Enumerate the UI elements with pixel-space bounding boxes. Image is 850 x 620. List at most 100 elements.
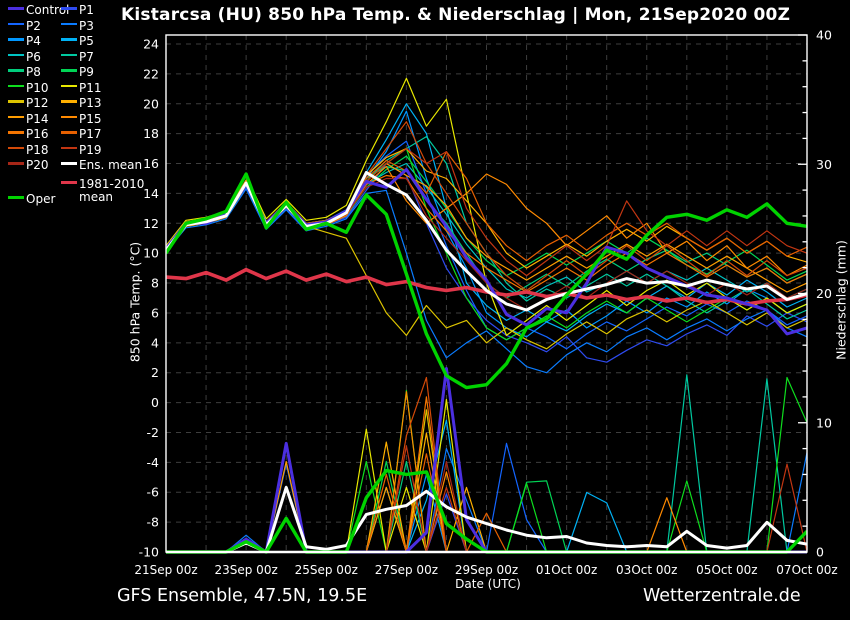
svg-text:03Oct 00z: 03Oct 00z <box>616 563 677 577</box>
legend-swatch <box>8 131 24 134</box>
legend-item-p9: P9 <box>61 66 94 79</box>
svg-text:10: 10 <box>143 246 159 261</box>
svg-text:-8: -8 <box>147 515 160 530</box>
legend-swatch <box>61 54 77 57</box>
weather-ensemble-page: 242220181614121086420-2-4-6-8-1001020304… <box>0 0 850 620</box>
legend-item-p12: P12 <box>8 97 49 110</box>
y-left-axis-title: 850 hPa Temp. (°C) <box>128 242 143 362</box>
legend-swatch <box>8 7 24 10</box>
legend-item-p19: P19 <box>61 144 102 157</box>
legend: ControlP2P4P6P8P10P12P14P16P18P20P1P3P5P… <box>6 1 158 216</box>
svg-text:05Oct 00z: 05Oct 00z <box>696 563 757 577</box>
legend-item-oper: Oper <box>8 193 55 206</box>
legend-swatch <box>8 85 24 88</box>
legend-swatch <box>61 131 77 134</box>
legend-item-p3: P3 <box>61 20 94 33</box>
legend-swatch <box>8 38 24 41</box>
legend-item-p2: P2 <box>8 20 41 33</box>
legend-label: P3 <box>79 19 94 33</box>
legend-label: P13 <box>79 96 102 110</box>
legend-label: P12 <box>26 96 49 110</box>
legend-item-p11: P11 <box>61 82 102 95</box>
legend-item-p15: P15 <box>61 113 102 126</box>
svg-text:4: 4 <box>151 335 159 350</box>
legend-label: P6 <box>26 50 41 64</box>
legend-label: 1981-2010 mean <box>79 178 157 203</box>
legend-item-p1: P1 <box>61 4 94 17</box>
svg-text:07Oct 00z: 07Oct 00z <box>776 563 837 577</box>
svg-text:21Sep 00z: 21Sep 00z <box>134 563 197 577</box>
legend-label: P15 <box>79 112 102 126</box>
legend-label: P20 <box>26 158 49 172</box>
legend-swatch <box>8 162 24 165</box>
svg-text:-6: -6 <box>147 485 160 500</box>
legend-item-p17: P17 <box>61 128 102 141</box>
x-axis-title: Date (UTC) <box>447 577 529 591</box>
legend-swatch <box>61 162 77 165</box>
svg-text:12: 12 <box>143 216 159 231</box>
legend-item-p18: P18 <box>8 144 49 157</box>
legend-swatch <box>8 147 24 150</box>
legend-label: P2 <box>26 19 41 33</box>
legend-item-p20: P20 <box>8 159 49 172</box>
legend-item-p16: P16 <box>8 128 49 141</box>
legend-swatch <box>61 23 77 26</box>
svg-text:0: 0 <box>151 395 159 410</box>
legend-item-p7: P7 <box>61 51 94 64</box>
legend-item-p5: P5 <box>61 35 94 48</box>
legend-label: P11 <box>79 81 102 95</box>
chart-title: Kistarcsa (HU) 850 hPa Temp. & Niedersch… <box>121 5 790 25</box>
svg-text:29Sep 00z: 29Sep 00z <box>455 563 518 577</box>
legend-swatch <box>8 196 24 199</box>
legend-label: P10 <box>26 81 49 95</box>
svg-text:10: 10 <box>816 415 832 430</box>
legend-label: P19 <box>79 143 102 157</box>
legend-label: Oper <box>26 192 55 206</box>
legend-label: Ens. mean <box>79 158 142 172</box>
svg-text:25Sep 00z: 25Sep 00z <box>295 563 358 577</box>
footer-site: Wetterzentrale.de <box>643 586 801 606</box>
legend-swatch <box>8 116 24 119</box>
svg-text:40: 40 <box>816 28 832 43</box>
legend-label: P7 <box>79 50 94 64</box>
legend-swatch <box>61 116 77 119</box>
svg-text:20: 20 <box>816 286 832 301</box>
legend-swatch <box>8 23 24 26</box>
y-right-axis-title: Niederschlag (mm) <box>834 240 849 360</box>
svg-text:01Oct 00z: 01Oct 00z <box>536 563 597 577</box>
legend-swatch <box>61 181 77 184</box>
right-axis-ticks <box>798 35 807 552</box>
legend-swatch <box>61 7 77 10</box>
legend-item-p13: P13 <box>61 97 102 110</box>
svg-text:6: 6 <box>151 305 159 320</box>
legend-label: P9 <box>79 65 94 79</box>
footer-model-info: GFS Ensemble, 47.5N, 19.5E <box>117 586 367 606</box>
legend-item-p8: P8 <box>8 66 41 79</box>
legend-label: P17 <box>79 127 102 141</box>
svg-text:0: 0 <box>816 545 824 560</box>
legend-item-p6: P6 <box>8 51 41 64</box>
legend-label: P5 <box>79 34 94 48</box>
legend-swatch <box>8 69 24 72</box>
legend-label: P4 <box>26 34 41 48</box>
legend-item-p14: P14 <box>8 113 49 126</box>
legend-item-1981-2010-mean: 1981-2010 mean <box>61 178 157 203</box>
legend-swatch <box>61 38 77 41</box>
legend-item-p4: P4 <box>8 35 41 48</box>
legend-label: P18 <box>26 143 49 157</box>
svg-text:-4: -4 <box>147 455 160 470</box>
svg-text:-10: -10 <box>139 545 159 560</box>
legend-swatch <box>8 54 24 57</box>
legend-swatch <box>61 100 77 103</box>
legend-swatch <box>61 69 77 72</box>
legend-item-ens-mean: Ens. mean <box>61 159 142 172</box>
legend-label: P1 <box>79 3 94 17</box>
svg-text:27Sep 00z: 27Sep 00z <box>375 563 438 577</box>
legend-swatch <box>61 85 77 88</box>
legend-label: P8 <box>26 65 41 79</box>
legend-swatch <box>8 100 24 103</box>
svg-text:30: 30 <box>816 157 832 172</box>
legend-label: P16 <box>26 127 49 141</box>
svg-text:23Sep 00z: 23Sep 00z <box>214 563 277 577</box>
svg-text:-2: -2 <box>147 425 159 440</box>
